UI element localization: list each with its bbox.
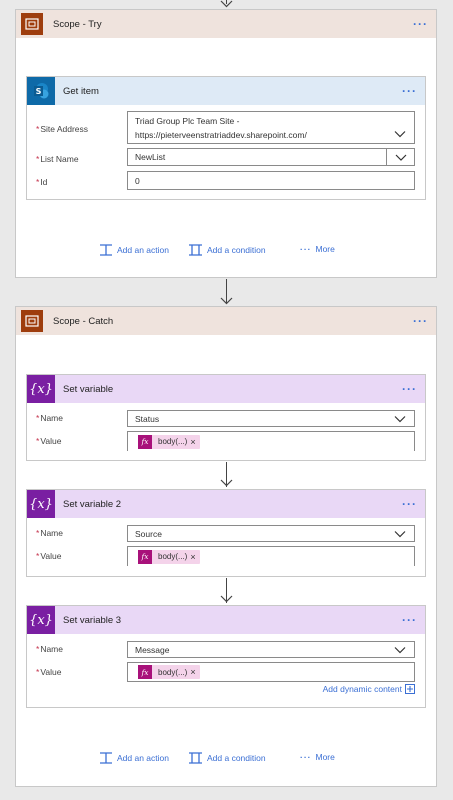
scope-icon (21, 310, 43, 332)
token-label: body(...) (158, 437, 188, 446)
catch-add-condition-button[interactable]: Add a condition (188, 752, 266, 764)
site-address-line2: https://pieterveenstratriaddev.sharepoin… (135, 129, 307, 140)
variable-icon: {x} (27, 375, 55, 403)
name-value: Message (135, 644, 170, 655)
connector-arrow-icon (220, 0, 233, 8)
add-action-icon (100, 244, 112, 256)
expression-token[interactable]: fx body(...) × (138, 549, 200, 564)
scope-catch-title: Scope - Catch (53, 315, 114, 327)
id-label: *Id (36, 177, 48, 187)
remove-token-close-icon[interactable]: × (190, 552, 199, 562)
value-input[interactable]: fx body(...) × (127, 662, 415, 682)
set-variable-title: Set variable (63, 383, 114, 395)
remove-token-close-icon[interactable]: × (190, 437, 199, 447)
list-name-value: NewList (135, 152, 166, 162)
name-label: *Name (36, 528, 63, 538)
scope-catch-header[interactable]: Scope - Catch ··· (16, 307, 436, 335)
token-label: body(...) (158, 667, 188, 677)
chevron-down-icon (394, 131, 406, 138)
name-label: *Name (36, 413, 63, 423)
add-condition-icon (189, 752, 202, 764)
connector-arrow-icon (220, 479, 233, 487)
fx-icon: fx (138, 665, 152, 679)
value-label: *Value (36, 667, 62, 677)
name-dropdown[interactable]: Message (127, 641, 415, 658)
try-more-label: More (315, 244, 335, 254)
set-variable-card: {x} Set variable ··· *Name Status *Value… (26, 374, 426, 461)
chevron-down-icon (394, 646, 406, 653)
try-add-action-label: Add an action (117, 245, 169, 255)
scope-icon (21, 13, 43, 35)
site-address-label: *Site Address (36, 124, 89, 134)
expression-token[interactable]: fx body(...) × (138, 434, 200, 449)
try-add-condition-label: Add a condition (207, 245, 266, 255)
catch-add-action-label: Add an action (117, 753, 169, 763)
add-dynamic-content-label: Add dynamic content (322, 684, 402, 694)
catch-add-condition-label: Add a condition (207, 753, 266, 763)
remove-token-close-icon[interactable]: × (190, 667, 199, 677)
value-input[interactable]: fx body(...) × (127, 431, 415, 451)
get-item-header[interactable]: S Get item ··· (27, 77, 425, 105)
name-dropdown[interactable]: Source (127, 525, 415, 542)
expression-token[interactable]: fx body(...) × (138, 665, 200, 679)
value-label: *Value (36, 436, 62, 446)
id-input[interactable]: 0 (127, 171, 415, 190)
get-item-title: Get item (63, 85, 99, 97)
chevron-down-icon (394, 415, 406, 422)
scope-catch: Scope - Catch ··· {x} Set variable ··· *… (15, 306, 437, 787)
chevron-down-icon (395, 154, 406, 161)
set-variable-3-card: {x} Set variable 3 ··· *Name Message *Va… (26, 605, 426, 708)
list-name-label: *List Name (36, 154, 79, 164)
name-label: *Name (36, 644, 63, 654)
more-ellipsis-icon: ··· (300, 244, 312, 254)
fx-icon: fx (138, 549, 152, 564)
scope-try: Scope - Try ··· S Get item ··· *Site Add… (15, 9, 437, 278)
try-add-condition-button[interactable]: Add a condition (188, 244, 266, 256)
svg-text:S: S (36, 87, 42, 96)
set-variable-3-title: Set variable 3 (63, 614, 122, 626)
sharepoint-icon: S (27, 77, 55, 105)
set-variable-3-header[interactable]: {x} Set variable 3 ··· (27, 606, 425, 634)
get-item-card: S Get item ··· *Site Address Triad Group… (26, 76, 426, 200)
scope-try-header[interactable]: Scope - Try ··· (16, 10, 436, 38)
add-action-icon (100, 752, 112, 764)
set-variable-menu-ellipsis-icon[interactable]: ··· (402, 383, 417, 395)
variable-icon: {x} (27, 606, 55, 634)
add-dynamic-content-button[interactable]: Add dynamic content (323, 684, 415, 694)
token-label: body(...) (158, 552, 188, 561)
connector-arrow-icon (220, 595, 233, 603)
try-add-action-button[interactable]: Add an action (99, 244, 169, 256)
connector-arrow-icon (220, 297, 233, 305)
site-address-line1: Triad Group Plc Team Site - (135, 115, 240, 126)
scope-try-menu-ellipsis-icon[interactable]: ··· (413, 18, 428, 30)
fx-icon: fx (138, 434, 152, 449)
set-variable-2-card: {x} Set variable 2 ··· *Name Source *Val… (26, 489, 426, 577)
add-condition-icon (189, 244, 202, 256)
chevron-down-icon (394, 530, 406, 537)
get-item-menu-ellipsis-icon[interactable]: ··· (402, 85, 417, 97)
set-variable-3-menu-ellipsis-icon[interactable]: ··· (402, 614, 417, 626)
variable-icon: {x} (27, 490, 55, 518)
name-dropdown[interactable]: Status (127, 410, 415, 427)
site-address-dropdown[interactable]: Triad Group Plc Team Site - https://piet… (127, 111, 415, 144)
name-value: Status (135, 413, 160, 424)
scope-catch-menu-ellipsis-icon[interactable]: ··· (413, 315, 428, 327)
try-more-button[interactable]: ··· More (300, 244, 335, 254)
id-value: 0 (135, 175, 140, 186)
catch-more-button[interactable]: ··· More (300, 752, 335, 762)
set-variable-2-header[interactable]: {x} Set variable 2 ··· (27, 490, 425, 518)
more-ellipsis-icon: ··· (300, 752, 312, 762)
value-label: *Value (36, 551, 62, 561)
set-variable-header[interactable]: {x} Set variable ··· (27, 375, 425, 403)
catch-add-action-button[interactable]: Add an action (99, 752, 169, 764)
list-name-dropdown[interactable]: NewList (127, 148, 415, 166)
list-name-dropdown-toggle[interactable] (386, 149, 414, 165)
set-variable-2-menu-ellipsis-icon[interactable]: ··· (402, 498, 417, 510)
catch-more-label: More (315, 752, 335, 762)
value-input[interactable]: fx body(...) × (127, 546, 415, 566)
scope-try-title: Scope - Try (53, 18, 102, 30)
set-variable-2-title: Set variable 2 (63, 498, 122, 510)
plus-box-icon (405, 684, 415, 694)
name-value: Source (135, 528, 162, 539)
